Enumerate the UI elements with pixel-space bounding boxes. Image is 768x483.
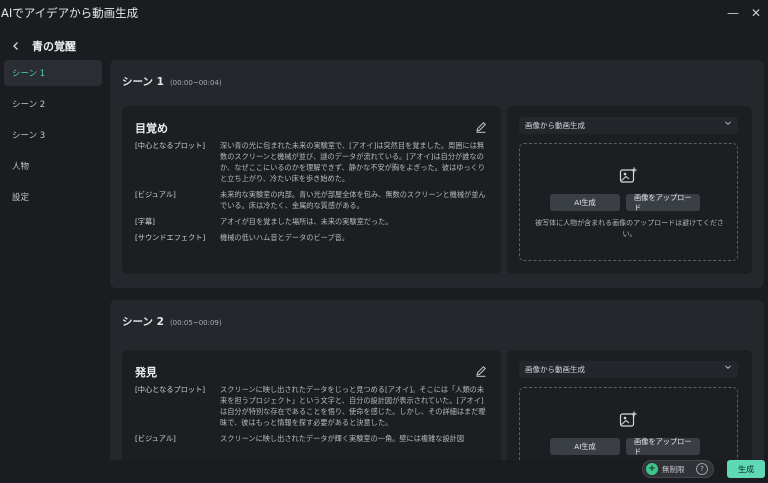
- script-row: [字幕] アオイが目を覚ました場所は、未来の実験室だった。: [135, 216, 490, 227]
- image-add-icon: [618, 410, 638, 430]
- app-title: AIでアイデアから動画生成: [1, 6, 139, 20]
- chevron-down-icon: [724, 363, 732, 373]
- scene-time: (00:05~00:09): [169, 319, 222, 327]
- unlimited-label: 無制限: [662, 464, 685, 474]
- script-row: [ビジュアル] スクリーンに映し出されたデータが輝く実験室の一角。壁には複雑な設…: [135, 433, 490, 444]
- image-add-icon: [618, 166, 638, 186]
- script-row: [中心となるプロット] 深い青の光に包まれた未来の実験室で、[アオイ]は突然目を…: [135, 140, 490, 184]
- back-button[interactable]: [6, 36, 26, 56]
- row-label: [ビジュアル]: [135, 190, 176, 199]
- chevron-left-icon: [13, 42, 18, 50]
- sidebar-item-scene-1[interactable]: シーン 1: [4, 60, 102, 86]
- ai-generate-button[interactable]: AI生成: [550, 194, 620, 211]
- mode-select[interactable]: 画像から動画生成: [519, 361, 738, 378]
- image-panel: 画像から動画生成 AI生成 画像をアップロード 被写体に人物が含まれる画像のアッ…: [507, 106, 752, 274]
- generate-button[interactable]: 生成: [727, 460, 765, 478]
- sidebar: シーン 1 シーン 2 シーン 3 人物 設定: [0, 60, 106, 215]
- upload-note: 被写体に人物が含まれる画像のアップロードは避けてください。: [535, 219, 724, 238]
- scene-header: シーン 1 (00:00~00:04): [122, 74, 222, 89]
- row-label: [中心となるプロット]: [135, 385, 206, 394]
- upload-image-button[interactable]: 画像をアップロード: [626, 193, 700, 212]
- sidebar-item-settings[interactable]: 設定: [4, 184, 102, 210]
- image-dropzone[interactable]: AI生成 画像をアップロード 被写体に人物が含まれる画像のアップロードは避けてく…: [519, 143, 738, 261]
- mode-select[interactable]: 画像から動画生成: [519, 117, 738, 134]
- script-row: [ビジュアル] 未来的な実験室の内部。青い光が部屋全体を包み、無数のスクリーンと…: [135, 189, 490, 211]
- row-text: スクリーンに映し出されたデータをじっと見つめる[アオイ]。そこには「人類の未来を…: [220, 385, 486, 427]
- row-text: スクリーンに映し出されたデータが輝く実験室の一角。壁には複雑な設計図: [220, 434, 465, 443]
- unlimited-badge[interactable]: + 無制限 ?: [642, 460, 714, 478]
- image-panel: 画像から動画生成 AI生成 画像をアップロード: [507, 350, 752, 460]
- scene-card-title: 目覚め: [135, 122, 168, 135]
- row-label: [字幕]: [135, 217, 155, 226]
- script-row: [中心となるプロット] スクリーンに映し出されたデータをじっと見つめる[アオイ]…: [135, 384, 490, 428]
- scene-section: シーン 1 (00:00~00:04) 目覚め [中心となるプロット] 深い青の…: [110, 60, 764, 288]
- scene-list[interactable]: シーン 1 (00:00~00:04) 目覚め [中心となるプロット] 深い青の…: [110, 60, 766, 460]
- script-rows: [中心となるプロット] スクリーンに映し出されたデータをじっと見つめる[アオイ]…: [135, 384, 490, 449]
- row-text: 機械の低いハム音とデータのビープ音。: [220, 233, 349, 242]
- upload-image-button[interactable]: 画像をアップロード: [626, 437, 700, 456]
- scene-header: シーン 2 (00:05~00:09): [122, 314, 222, 329]
- row-label: [ビジュアル]: [135, 434, 176, 443]
- panel-buttons: AI生成 画像をアップロード: [550, 437, 700, 456]
- page-title: 青の覚醒: [32, 40, 76, 53]
- edit-icon[interactable]: [474, 120, 488, 134]
- title-bar: AIでアイデアから動画生成 — ✕: [0, 0, 768, 26]
- row-label: [サウンドエフェクト]: [135, 233, 206, 242]
- scene-script-card: 目覚め [中心となるプロット] 深い青の光に包まれた未来の実験室で、[アオイ]は…: [122, 106, 501, 274]
- plus-icon: +: [646, 463, 658, 475]
- close-button[interactable]: ✕: [747, 4, 765, 22]
- minimize-button[interactable]: —: [724, 4, 742, 22]
- sidebar-item-characters[interactable]: 人物: [4, 153, 102, 179]
- scene-time: (00:00~00:04): [169, 79, 222, 87]
- script-row: [サウンドエフェクト] 機械の低いハム音とデータのビープ音。: [135, 232, 490, 243]
- chevron-down-icon: [724, 119, 732, 129]
- mode-select-value: 画像から動画生成: [525, 121, 585, 130]
- scene-script-card: 発見 [中心となるプロット] スクリーンに映し出されたデータをじっと見つめる[ア…: [122, 350, 501, 460]
- scene-card-title: 発見: [135, 366, 157, 379]
- image-dropzone[interactable]: AI生成 画像をアップロード: [519, 387, 738, 460]
- row-label: [中心となるプロット]: [135, 141, 206, 150]
- scene-title: シーン 1: [122, 76, 164, 88]
- row-text: 深い青の光に包まれた未来の実験室で、[アオイ]は突然目を覚ました。周囲には無数の…: [220, 141, 486, 183]
- script-rows: [中心となるプロット] 深い青の光に包まれた未来の実験室で、[アオイ]は突然目を…: [135, 140, 490, 248]
- row-text: アオイが目を覚ました場所は、未来の実験室だった。: [220, 217, 393, 226]
- panel-buttons: AI生成 画像をアップロード: [550, 193, 700, 212]
- row-text: 未来的な実験室の内部。青い光が部屋全体を包み、無数のスクリーンと機械が並んでいる…: [220, 190, 486, 210]
- edit-icon[interactable]: [474, 364, 488, 378]
- scene-title: シーン 2: [122, 316, 164, 328]
- help-icon[interactable]: ?: [696, 463, 708, 475]
- sidebar-item-scene-3[interactable]: シーン 3: [4, 122, 102, 148]
- page-header: 青の覚醒: [0, 34, 76, 58]
- mode-select-value: 画像から動画生成: [525, 365, 585, 374]
- scene-section: シーン 2 (00:05~00:09) 発見 [中心となるプロット] スクリーン…: [110, 300, 764, 460]
- sidebar-item-scene-2[interactable]: シーン 2: [4, 91, 102, 117]
- ai-generate-button[interactable]: AI生成: [550, 438, 620, 455]
